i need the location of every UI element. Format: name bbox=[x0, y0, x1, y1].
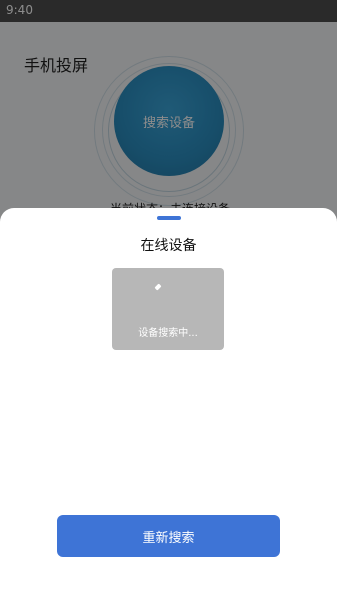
searching-status-text: 设备搜索中... bbox=[138, 328, 198, 339]
sheet-drag-handle[interactable] bbox=[157, 216, 181, 220]
re-search-label: 重新搜索 bbox=[142, 530, 195, 546]
re-search-button[interactable]: 重新搜索 bbox=[57, 515, 280, 557]
online-devices-sheet: 在线设备 设备搜索中... 重新搜索 bbox=[0, 208, 337, 600]
device-search-card: 设备搜索中... bbox=[112, 268, 224, 350]
sheet-title: 在线设备 bbox=[140, 238, 197, 254]
loading-spinner-icon bbox=[154, 283, 162, 291]
